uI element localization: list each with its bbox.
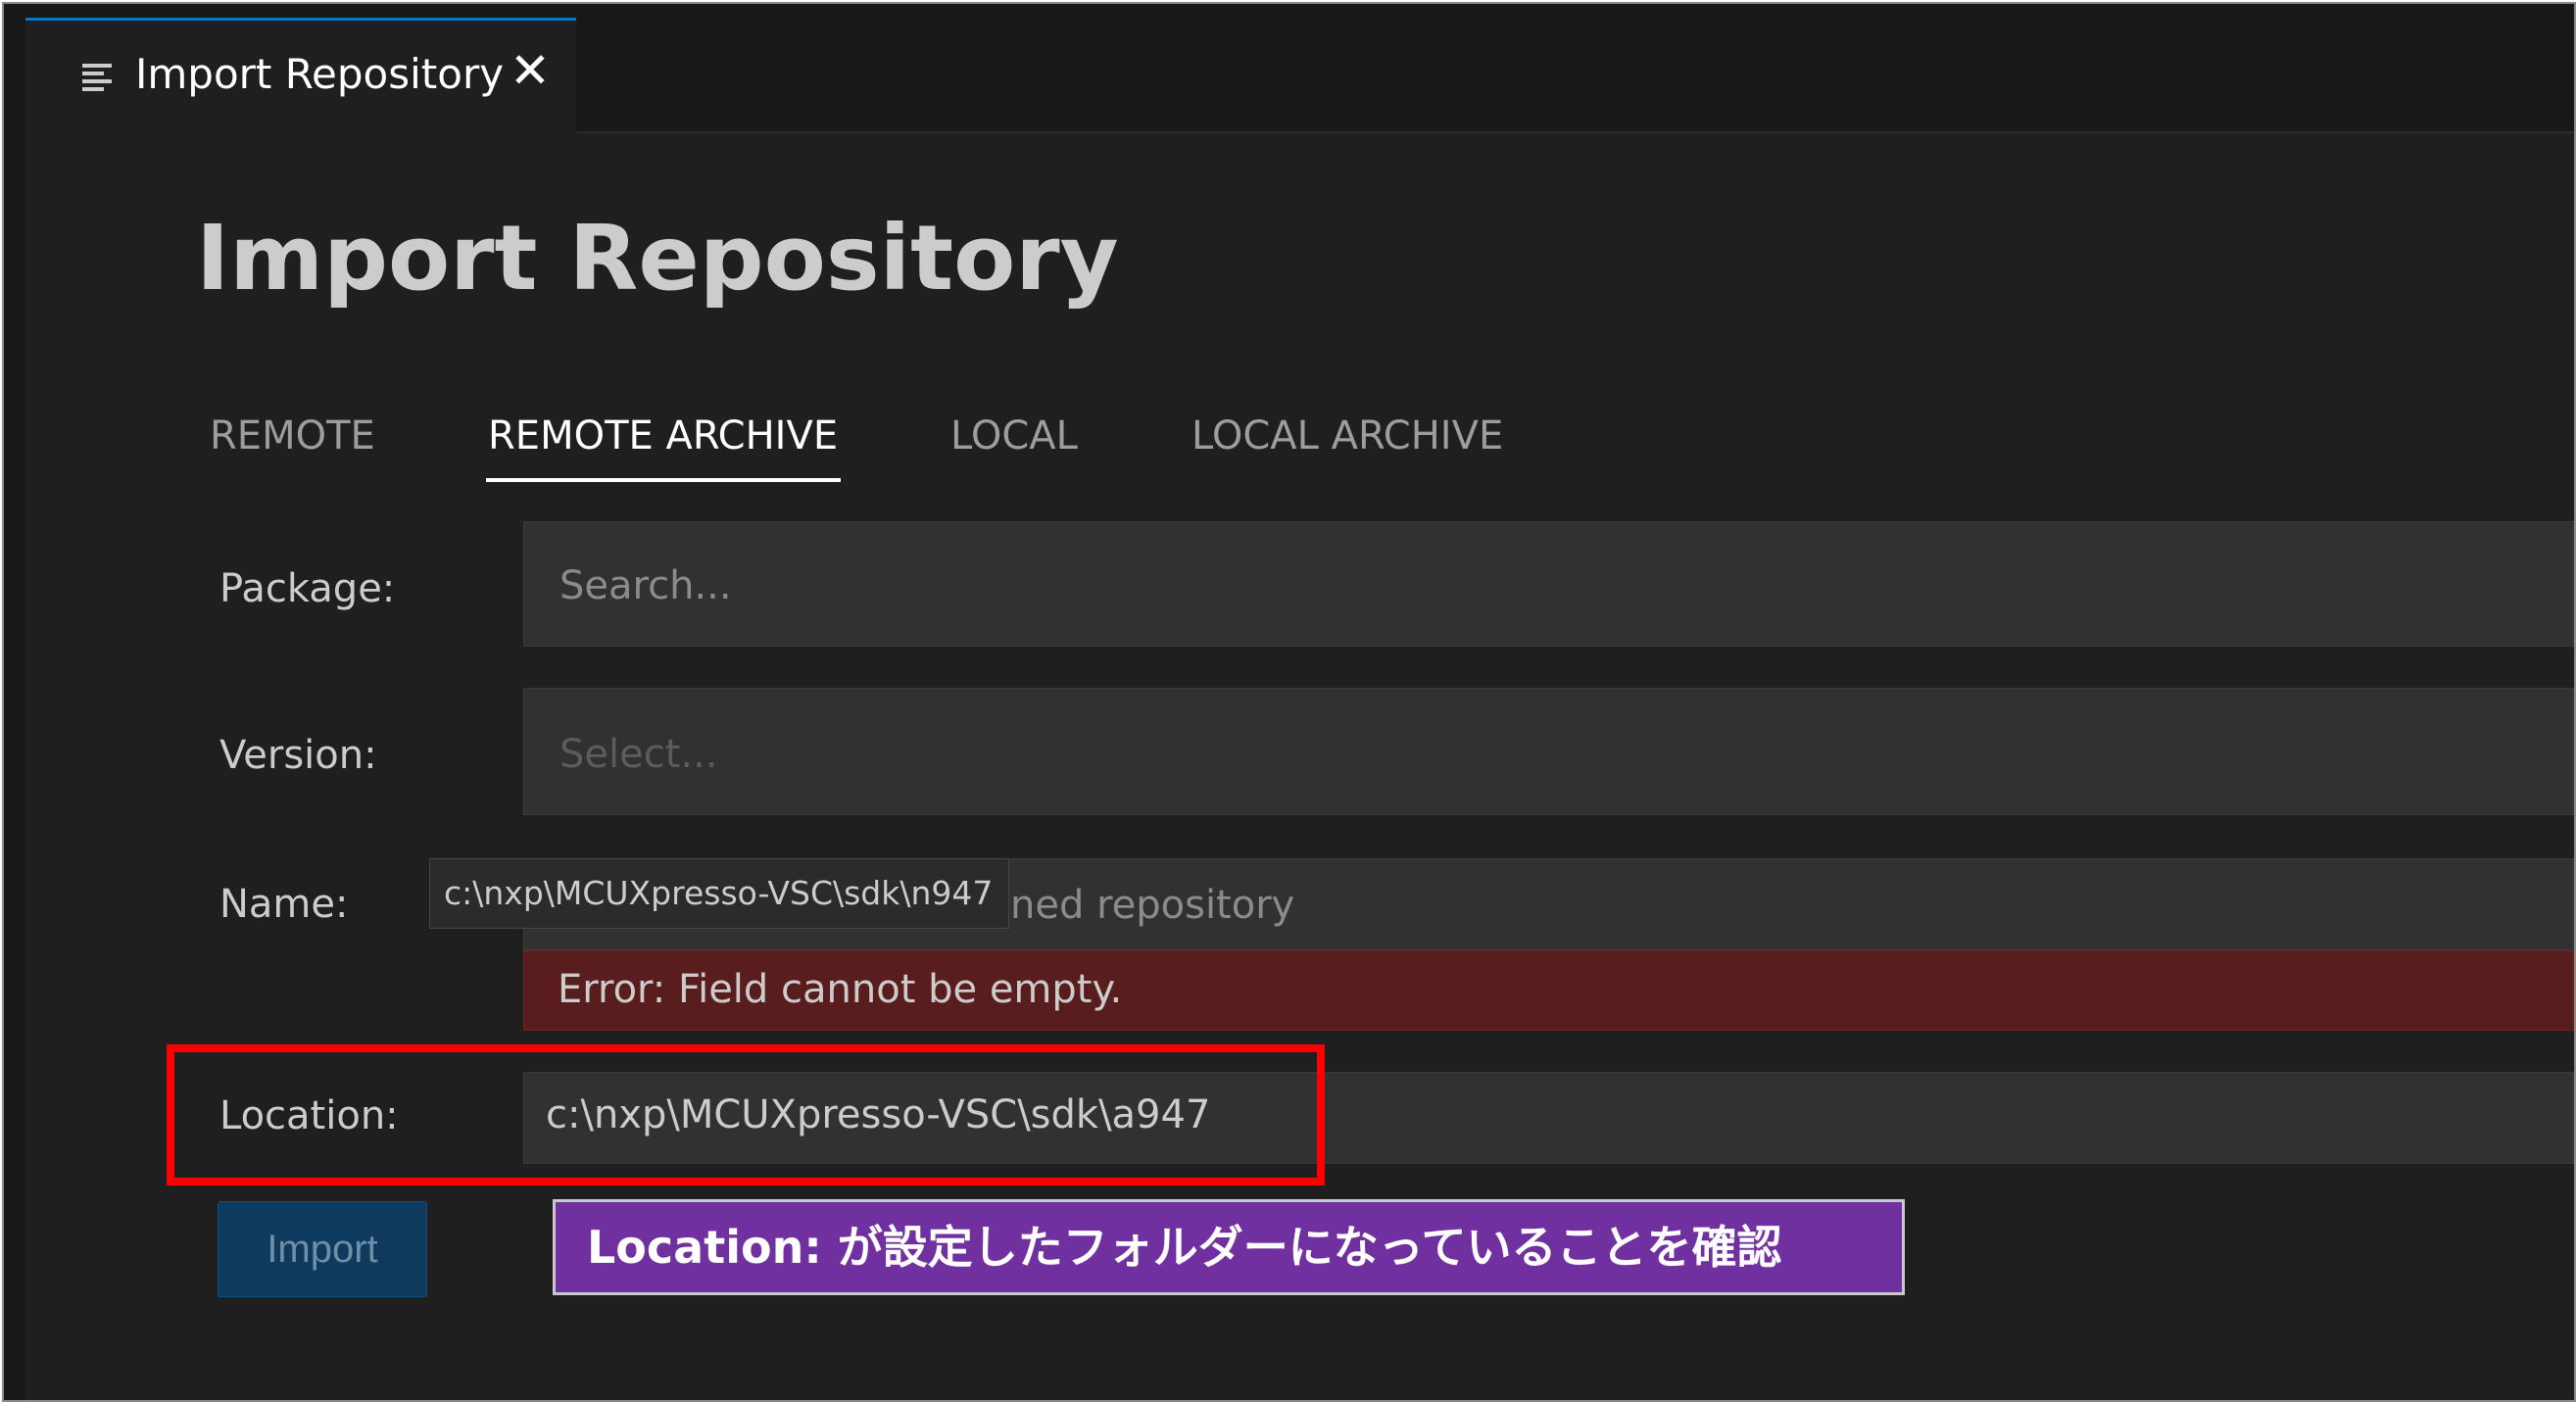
active-tab-indicator <box>486 478 841 482</box>
path-tooltip: c:\nxp\MCUXpresso-VSC\sdk\n947 <box>429 858 1009 929</box>
annotation-highlight-box <box>167 1044 1325 1185</box>
version-label: Version: <box>219 733 377 778</box>
version-placeholder: Select... <box>559 732 718 777</box>
annotation-callout: Location: が設定したフォルダーになっていることを確認 <box>553 1199 1905 1295</box>
error-message: Error: Field cannot be empty. <box>523 950 2574 1031</box>
error-text: Error: Field cannot be empty. <box>558 967 1123 1012</box>
package-placeholder: Search... <box>559 563 732 608</box>
name-placeholder: ned repository <box>1010 883 1295 928</box>
tab-import-repository[interactable]: Import Repository ✕ <box>25 18 576 133</box>
close-icon[interactable]: ✕ <box>510 46 551 95</box>
import-button[interactable]: Import <box>218 1201 427 1297</box>
package-search-input[interactable]: Search... <box>523 521 2574 647</box>
left-panel-edge <box>4 131 25 1400</box>
tab-local[interactable]: LOCAL <box>950 413 1078 459</box>
tab-local-archive[interactable]: LOCAL ARCHIVE <box>1191 413 1503 459</box>
list-icon <box>82 64 112 91</box>
tab-bar: Import Repository ✕ <box>4 4 2574 133</box>
page-title: Import Repository <box>196 206 1119 311</box>
tab-label: Import Repository <box>135 50 505 98</box>
tab-remote[interactable]: REMOTE <box>210 413 375 459</box>
version-select[interactable]: Select... <box>523 688 2574 815</box>
editor-window: Import Repository ✕ Import Repository RE… <box>2 2 2576 1402</box>
name-label: Name: <box>219 882 349 927</box>
tab-remote-archive[interactable]: REMOTE ARCHIVE <box>488 413 838 459</box>
package-label: Package: <box>219 566 396 611</box>
